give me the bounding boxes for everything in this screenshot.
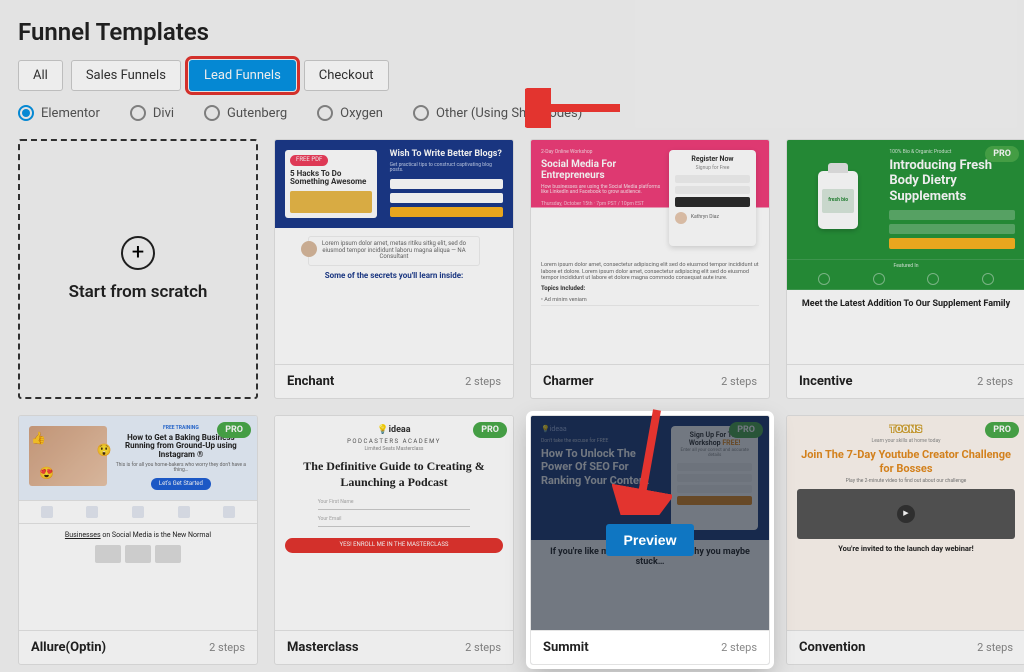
radio-icon xyxy=(18,105,34,121)
card-name: Enchant xyxy=(287,374,334,389)
card-summit[interactable]: PRO 💡ideaa Don't take the excuse for FRE… xyxy=(530,415,770,665)
category-tabs: All Sales Funnels Lead Funnels Checkout xyxy=(18,60,1006,91)
radio-label: Elementor xyxy=(41,106,100,121)
tab-sales-funnels[interactable]: Sales Funnels xyxy=(71,60,181,91)
play-icon: ▶ xyxy=(897,505,915,523)
card-name: Masterclass xyxy=(287,640,359,655)
pro-badge: PRO xyxy=(217,422,251,438)
builder-radio-group: Elementor Divi Gutenberg Oxygen Other (U… xyxy=(18,105,1006,121)
card-steps: 2 steps xyxy=(721,641,757,654)
page-title: Funnel Templates xyxy=(18,18,1006,46)
template-thumbnail: FREE PDF 5 Hacks To Do Something Awesome… xyxy=(275,140,513,364)
radio-gutenberg[interactable]: Gutenberg xyxy=(204,105,287,121)
card-name: Allure(Optin) xyxy=(31,640,106,655)
template-thumbnail: TOONS Learn your skills at home today Jo… xyxy=(787,416,1024,630)
radio-label: Oxygen xyxy=(340,106,383,121)
template-thumbnail: 2-Day Online Workshop Social Media For E… xyxy=(531,140,769,364)
template-thumbnail: 👍😍😲 FREE TRAINING How to Get a Baking Bu… xyxy=(19,416,257,630)
card-steps: 2 steps xyxy=(209,641,245,654)
radio-other[interactable]: Other (Using Shortcodes) xyxy=(413,105,582,121)
card-name: Incentive xyxy=(799,374,853,389)
pro-badge: PRO xyxy=(985,146,1019,162)
tab-checkout[interactable]: Checkout xyxy=(304,60,389,91)
radio-oxygen[interactable]: Oxygen xyxy=(317,105,383,121)
pro-badge: PRO xyxy=(985,422,1019,438)
scratch-label: Start from scratch xyxy=(69,282,208,302)
radio-icon xyxy=(130,105,146,121)
card-steps: 2 steps xyxy=(977,641,1013,654)
card-incentive[interactable]: PRO fresh bio 100% Bio & Organic Product… xyxy=(786,139,1024,399)
template-thumbnail: 💡ideaa PODCASTERS ACADEMY Limited Seats … xyxy=(275,416,513,630)
card-convention[interactable]: PRO TOONS Learn your skills at home toda… xyxy=(786,415,1024,665)
card-start-from-scratch[interactable]: + Start from scratch xyxy=(18,139,258,399)
radio-divi[interactable]: Divi xyxy=(130,105,174,121)
radio-icon xyxy=(204,105,220,121)
tab-all[interactable]: All xyxy=(18,60,63,91)
card-enchant[interactable]: FREE PDF 5 Hacks To Do Something Awesome… xyxy=(274,139,514,399)
radio-label: Gutenberg xyxy=(227,106,287,121)
radio-icon xyxy=(317,105,333,121)
card-name: Summit xyxy=(543,640,589,655)
radio-label: Other (Using Shortcodes) xyxy=(436,106,582,121)
card-steps: 2 steps xyxy=(977,375,1013,388)
card-allure[interactable]: PRO 👍😍😲 FREE TRAINING How to Get a Bakin… xyxy=(18,415,258,665)
tab-lead-funnels[interactable]: Lead Funnels xyxy=(189,60,296,91)
radio-elementor[interactable]: Elementor xyxy=(18,105,100,121)
plus-icon: + xyxy=(121,236,155,270)
card-steps: 2 steps xyxy=(465,375,501,388)
card-name: Charmer xyxy=(543,374,594,389)
card-hover-overlay: Preview xyxy=(531,416,769,664)
card-steps: 2 steps xyxy=(465,641,501,654)
card-steps: 2 steps xyxy=(721,375,757,388)
pro-badge: PRO xyxy=(473,422,507,438)
template-thumbnail: fresh bio 100% Bio & Organic Product Int… xyxy=(787,140,1024,364)
card-name: Convention xyxy=(799,640,865,655)
preview-button[interactable]: Preview xyxy=(606,524,695,556)
card-charmer[interactable]: 2-Day Online Workshop Social Media For E… xyxy=(530,139,770,399)
radio-icon xyxy=(413,105,429,121)
card-masterclass[interactable]: PRO 💡ideaa PODCASTERS ACADEMY Limited Se… xyxy=(274,415,514,665)
radio-label: Divi xyxy=(153,106,174,121)
